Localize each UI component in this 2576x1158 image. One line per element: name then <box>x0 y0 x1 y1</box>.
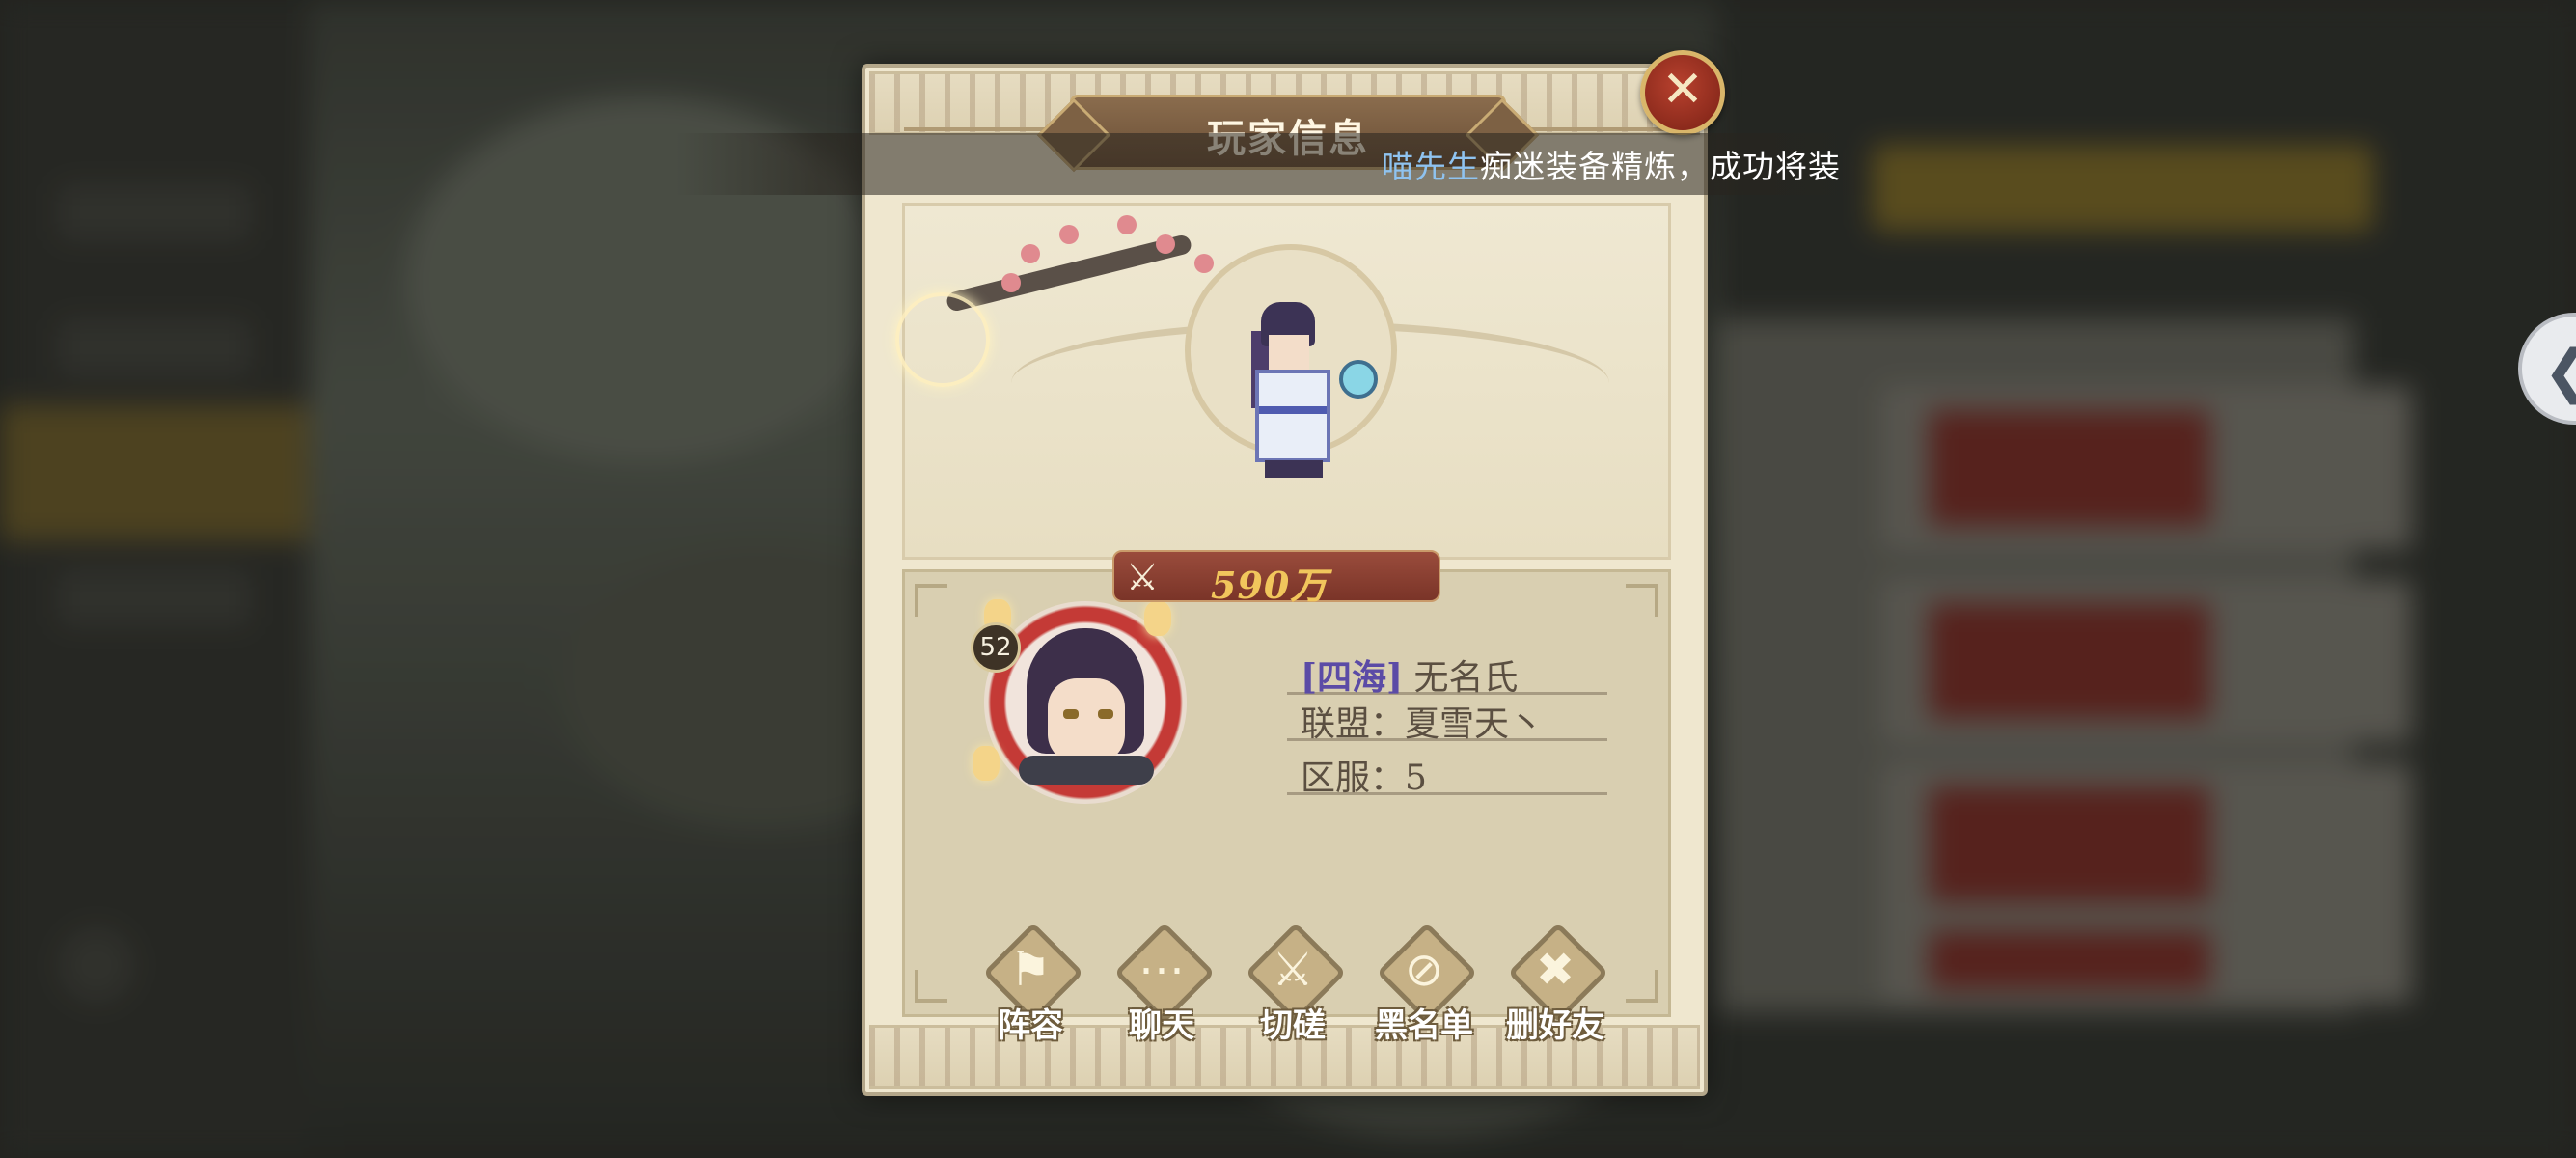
duel-label: 切磋 <box>1260 1006 1326 1045</box>
crossed-swords-icon: ⚔ <box>1272 943 1314 997</box>
notice-player-name: 喵先生 <box>1382 148 1480 185</box>
alliance-row: 联盟：夏雪天丶 <box>1287 696 1607 744</box>
level-badge: 52 <box>971 622 1021 673</box>
title-divider-left <box>904 127 1063 131</box>
alliance-text: 联盟：夏雪天丶 <box>1301 704 1545 744</box>
hero-showcase <box>895 203 1671 560</box>
server-text: 区服：5 <box>1301 758 1427 798</box>
sparkle-effect <box>895 292 990 387</box>
player-name-row: [四海] 无名氏 <box>1287 649 1607 698</box>
close-button[interactable]: ✕ <box>1640 50 1725 135</box>
combat-power-banner: ⚔ 590万 <box>1112 550 1440 607</box>
notice-message: 痴迷装备精炼，成功将装 <box>1480 148 1841 185</box>
crossed-swords-icon: ⚔ <box>1126 556 1160 598</box>
chat-label: 聊天 <box>1129 1006 1194 1045</box>
blacklist-icon: ⊘ <box>1404 943 1444 997</box>
server-tag: [四海] <box>1301 657 1404 698</box>
player-name: 无名氏 <box>1413 658 1519 698</box>
server-row: 区服：5 <box>1287 750 1607 798</box>
player-info-panel: 52 [四海] 无名氏 联盟：夏雪天丶 区服：5 ⚑ 阵容 ⋯ 聊天 ⚔ 切磋 … <box>902 569 1671 1045</box>
lineup-button[interactable]: ⚑ 阵容 <box>973 922 1088 1045</box>
delete-friend-button[interactable]: ✖ 删好友 <box>1497 922 1613 1045</box>
lineup-label: 阵容 <box>998 1006 1063 1045</box>
delete-friend-icon: ✖ <box>1535 943 1576 997</box>
title-divider-right <box>1514 127 1673 131</box>
combat-power-value: 590万 <box>1211 564 1329 607</box>
chat-bubble-icon: ⋯ <box>1138 943 1185 997</box>
duel-button[interactable]: ⚔ 切磋 <box>1235 922 1351 1045</box>
chevron-left-icon: ❮ <box>2543 338 2576 405</box>
system-notice-bar: 喵先生痴迷装备精炼，成功将装 <box>675 133 1872 195</box>
notice-text: 喵先生痴迷装备精炼，成功将装 <box>1382 141 1841 187</box>
spirit-pet-sprite <box>1339 360 1378 399</box>
blacklist-label: 黑名单 <box>1375 1006 1473 1045</box>
flag-icon: ⚑ <box>1009 943 1052 997</box>
player-info-dialog: 玩家信息 ✕ <box>862 50 1725 1096</box>
chat-button[interactable]: ⋯ 聊天 <box>1104 922 1219 1045</box>
hero-sprite <box>1238 302 1344 495</box>
action-buttons: ⚑ 阵容 ⋯ 聊天 ⚔ 切磋 ⊘ 黑名单 ✖ 删好友 <box>973 922 1609 1045</box>
player-level: 52 <box>979 633 1012 662</box>
blacklist-button[interactable]: ⊘ 黑名单 <box>1366 922 1482 1045</box>
lantern-decoration <box>973 746 1000 781</box>
delete-friend-label: 删好友 <box>1506 1006 1604 1045</box>
close-x-icon: ✕ <box>1661 61 1704 119</box>
lantern-decoration <box>1144 601 1171 636</box>
